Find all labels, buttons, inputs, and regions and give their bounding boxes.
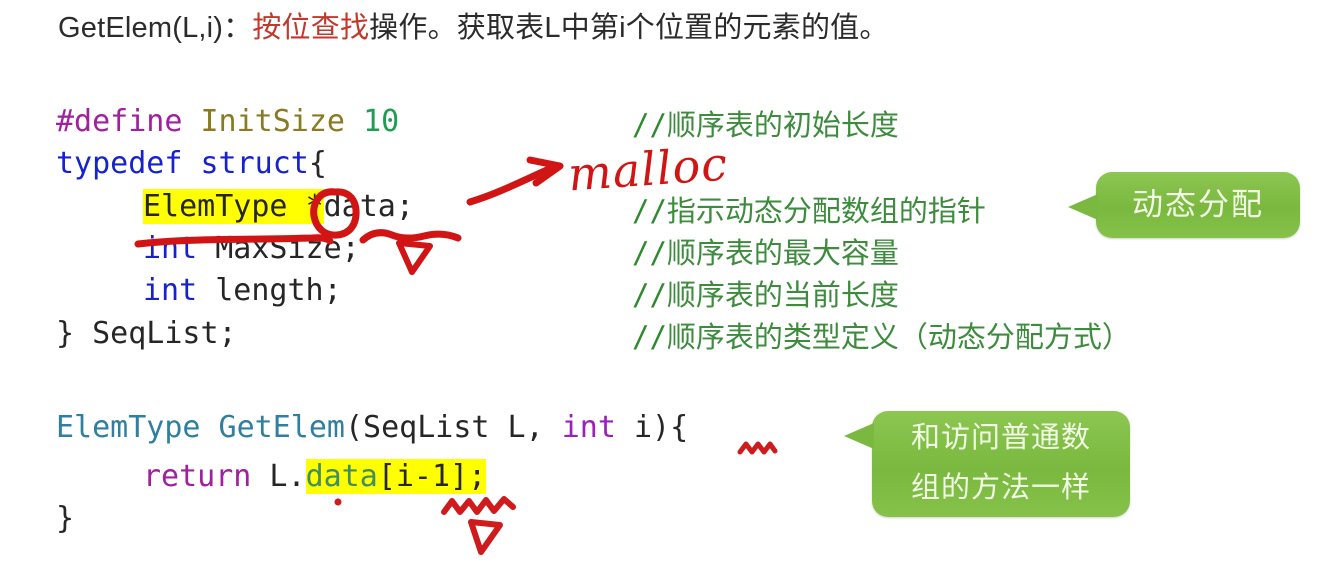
title-highlight-term: 按位查找	[252, 12, 370, 44]
code-token-initsize-value: 10	[363, 104, 400, 139]
code-token-define: #define	[56, 104, 183, 139]
code-token-return: return	[143, 459, 252, 494]
code-line-define: #define InitSize 10	[56, 101, 399, 143]
code-token-param-i: i){	[615, 410, 689, 445]
code-line-elemtype-data: ElemType *data;	[143, 186, 414, 228]
squiggle-under-index-icon	[441, 496, 516, 515]
title-prefix: GetElem(L,i)：	[58, 12, 253, 44]
comment-text: 顺序表的当前长度	[666, 280, 899, 312]
callout-text-line-2: 组的方法一样	[910, 472, 1091, 504]
callout-text-line-1: 和访问普通数	[910, 422, 1091, 454]
code-token-asterisk: *	[305, 189, 324, 224]
comment-text: 指示动态分配数组的指针	[666, 196, 986, 228]
code-line-typedef: typedef struct{	[56, 143, 327, 185]
comment-slashes: //	[632, 194, 667, 228]
callout-array-access: 和访问普通数 组的方法一样	[844, 411, 1130, 517]
callout-tail-icon	[1068, 194, 1098, 220]
code-token-int: int	[143, 231, 198, 266]
comment-slashes: //	[632, 278, 667, 312]
squiggle-under-param-i-icon	[737, 441, 778, 455]
code-token-maxsize: MaxSize;	[197, 231, 360, 266]
code-line-return: return L.data[i-1];	[143, 456, 487, 498]
page-title: GetElem(L,i)：按位查找操作。获取表L中第i个位置的元素的值。	[58, 8, 889, 48]
comment-text: 顺序表的最大容量	[666, 238, 899, 270]
comment-slashes: //	[632, 320, 667, 354]
callout-tail-icon	[844, 423, 874, 449]
comment-slashes: //	[632, 236, 667, 270]
comment-current-length: //顺序表的当前长度	[632, 274, 899, 317]
code-token-length: length;	[197, 273, 342, 308]
code-token-object: L.	[251, 459, 306, 494]
code-token-return-type: ElemType GetElem	[56, 410, 345, 445]
red-dot-mark-icon	[334, 498, 342, 506]
arrow-to-malloc-icon	[466, 156, 564, 206]
handwritten-malloc-annotation: malloc	[566, 136, 730, 202]
code-line-seqlist: } SeqList;	[56, 316, 237, 351]
code-token-params: (SeqList L,	[344, 410, 562, 445]
code-token-index: [i-1];	[377, 459, 487, 494]
code-token-typedef-struct: typedef struct	[56, 146, 309, 181]
comment-text: 顺序表的类型定义（动态分配方式）	[666, 322, 1131, 354]
comment-type-definition: //顺序表的类型定义（动态分配方式）	[632, 316, 1131, 359]
code-line-length: int length;	[143, 270, 342, 312]
comment-dynamic-pointer: //指示动态分配数组的指针	[632, 190, 986, 233]
callout-text: 动态分配	[1132, 187, 1264, 222]
comment-slashes: //	[632, 108, 667, 142]
title-suffix: 操作。获取表L中第i个位置的元素的值。	[369, 12, 889, 44]
code-token-int: int	[143, 273, 198, 308]
comment-max-capacity: //顺序表的最大容量	[632, 232, 899, 275]
code-line-function-signature: ElemType GetElem(SeqList L, int i){	[56, 407, 688, 449]
callout-dynamic-allocation: 动态分配	[1068, 172, 1300, 238]
code-token-open-brace: {	[308, 146, 327, 181]
code-token-data-member: data	[305, 459, 378, 494]
triangle-mark-maxsize-icon	[396, 240, 433, 275]
slide-canvas: GetElem(L,i)：按位查找操作。获取表L中第i个位置的元素的值。 #de…	[0, 0, 1326, 562]
code-token-initsize: InitSize	[200, 104, 346, 139]
code-token-elemtype: ElemType	[143, 189, 306, 224]
code-token-int: int	[561, 410, 616, 445]
code-token-data-field: data;	[323, 189, 414, 224]
code-line-maxsize: int MaxSize;	[143, 228, 360, 270]
code-line-close-brace: }	[56, 501, 75, 536]
triangle-mark-index-icon	[468, 519, 503, 555]
